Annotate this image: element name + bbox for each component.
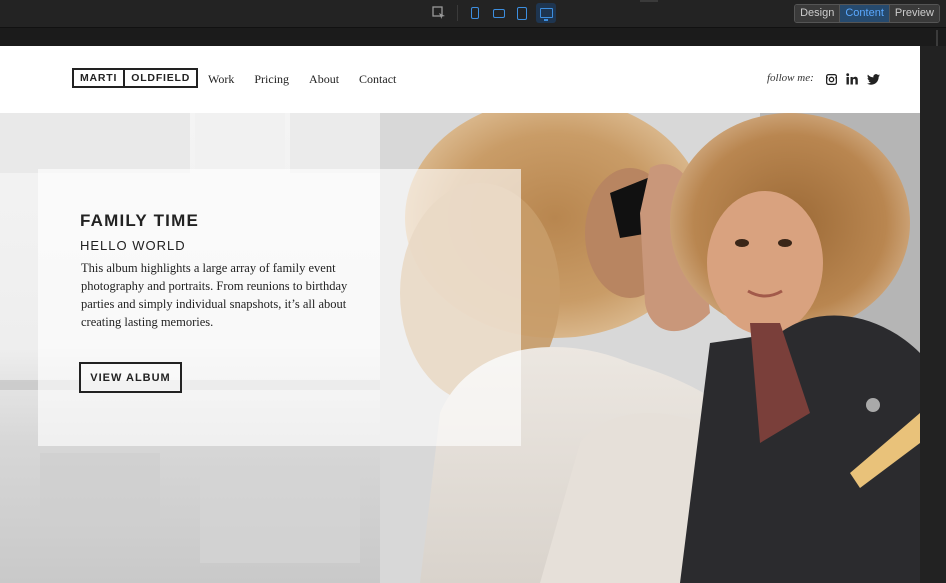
hero-section: FAMILY TIME HELLO WORLD This album highl…: [0, 113, 920, 583]
menu-item-pricing[interactable]: Pricing: [254, 72, 289, 87]
follow-label: follow me:: [767, 72, 814, 84]
menu-item-work[interactable]: Work: [208, 72, 234, 87]
site-preview: MARTI OLDFIELD Work Pricing About Contac…: [0, 46, 920, 583]
site-header: MARTI OLDFIELD Work Pricing About Contac…: [0, 46, 920, 113]
twitter-icon[interactable]: [866, 72, 880, 86]
mode-preview-button[interactable]: Preview: [889, 5, 939, 22]
logo-part-2: OLDFIELD: [131, 72, 191, 84]
view-album-button[interactable]: VIEW ALBUM: [79, 362, 182, 393]
editor-toolbar: Design Content Preview: [0, 0, 946, 28]
top-handle: [640, 0, 658, 2]
site-logo[interactable]: MARTI OLDFIELD: [72, 68, 199, 88]
toolbar-separator: [457, 5, 458, 21]
hero-description[interactable]: This album highlights a large array of f…: [81, 259, 381, 331]
mode-design-button[interactable]: Design: [795, 5, 841, 22]
hero-subtitle[interactable]: HELLO WORLD: [80, 238, 186, 253]
canvas-gutter: [920, 46, 946, 583]
menu-item-about[interactable]: About: [309, 72, 339, 87]
linkedin-icon[interactable]: [845, 72, 859, 86]
logo-part-1: MARTI: [74, 70, 126, 86]
tablet-landscape-icon[interactable]: [492, 5, 506, 21]
phone-icon[interactable]: [470, 5, 480, 21]
tablet-portrait-icon[interactable]: [516, 5, 528, 21]
hero-title[interactable]: FAMILY TIME: [80, 211, 199, 231]
main-menu: Work Pricing About Contact: [208, 72, 396, 87]
inspect-icon[interactable]: [432, 5, 446, 21]
desktop-icon[interactable]: [539, 5, 554, 21]
menu-item-contact[interactable]: Contact: [359, 72, 396, 87]
mode-switcher: Design Content Preview: [794, 4, 940, 23]
instagram-icon[interactable]: [824, 72, 838, 86]
mode-content-button[interactable]: Content: [840, 5, 890, 22]
